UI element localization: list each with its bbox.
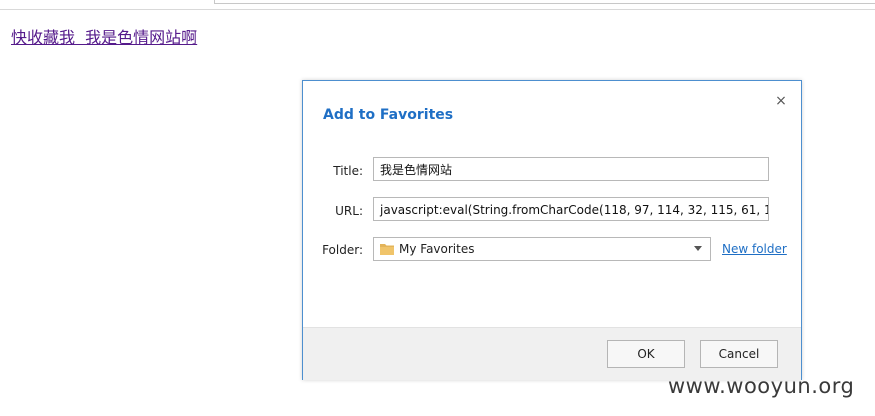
dialog-footer: OK Cancel [303,327,801,380]
chevron-down-icon [694,246,702,251]
folder-select-value: My Favorites [399,242,475,256]
address-bar-edge [214,0,875,4]
add-to-favorites-dialog: Add to Favorites × Title: 我是色情网站 URL: ja… [302,80,802,380]
folder-icon [380,244,394,255]
browser-page: 快收藏我 我是色情网站啊 Add to Favorites × Title: 我… [0,0,875,416]
title-label: Title: [333,164,363,178]
title-input[interactable]: 我是色情网站 [373,157,769,181]
cancel-button[interactable]: Cancel [700,340,778,368]
close-icon[interactable]: × [773,93,789,109]
dialog-title: Add to Favorites [323,107,454,123]
ok-button[interactable]: OK [607,340,685,368]
new-folder-link[interactable]: New folder [722,242,787,256]
folder-select[interactable]: My Favorites [373,237,711,261]
folder-label: Folder: [322,243,363,257]
url-input[interactable]: javascript:eval(String.fromCharCode(118,… [373,197,769,221]
favorite-link[interactable]: 快收藏我 我是色情网站啊 [11,24,197,48]
watermark: www.wooyun.org [668,374,855,398]
url-label: URL: [335,204,363,218]
